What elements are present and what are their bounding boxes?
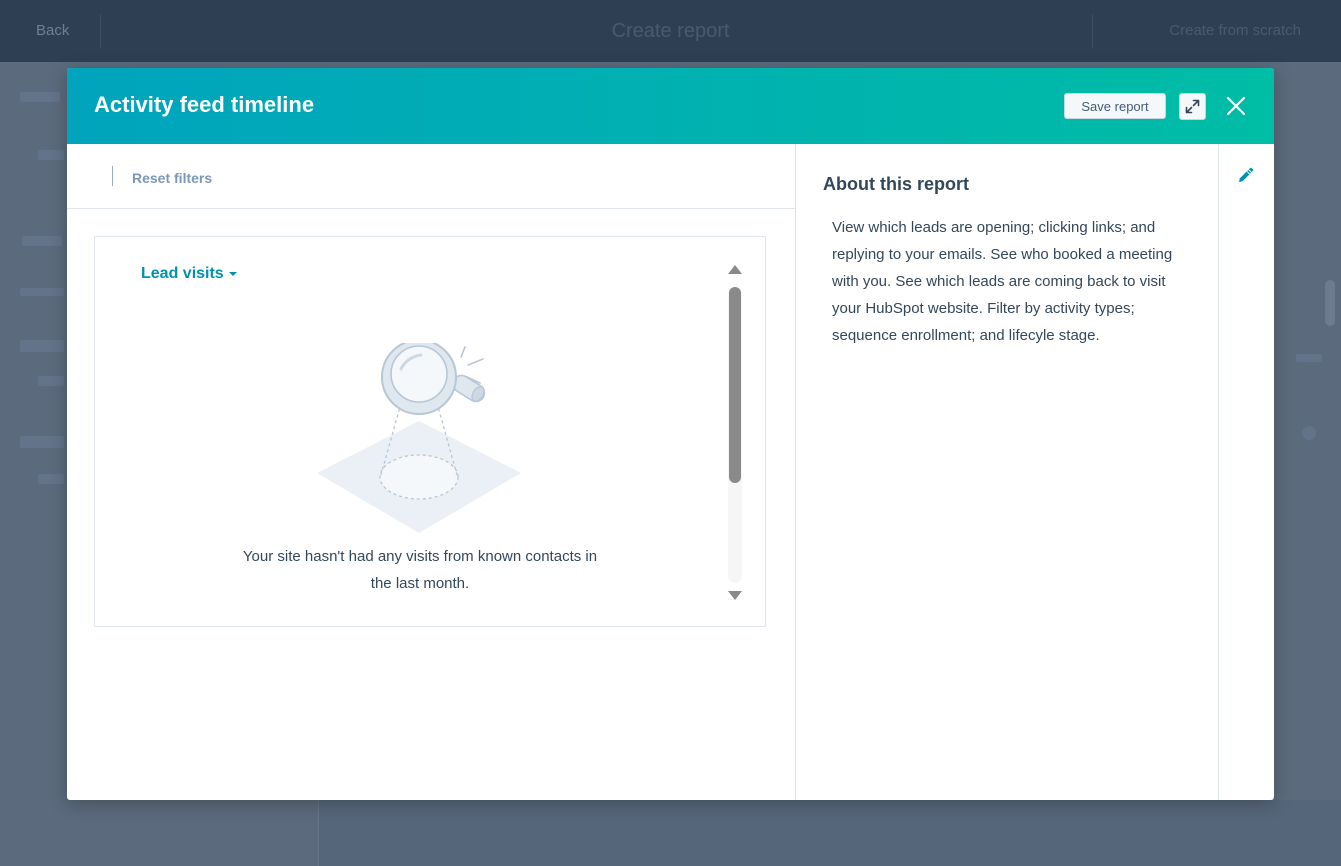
expand-arrows-icon (1185, 99, 1200, 114)
report-preview-pane: Reset filters Lead visits Your site hasn… (67, 144, 796, 800)
close-button[interactable] (1225, 95, 1247, 117)
expand-button[interactable] (1179, 93, 1206, 120)
caret-down-icon (228, 271, 237, 276)
edit-description-button[interactable] (1236, 167, 1254, 185)
scroll-up-arrow-icon[interactable] (728, 265, 742, 274)
save-report-button[interactable]: Save report (1064, 93, 1166, 119)
report-modal: Activity feed timeline Save report Reset… (67, 68, 1274, 800)
report-card: Lead visits Your site hasn't had any vis… (94, 236, 766, 627)
lead-visits-dropdown[interactable]: Lead visits (141, 265, 237, 283)
background-placeholder (38, 474, 64, 484)
background-lower-panel (318, 800, 1341, 866)
background-divider (1092, 14, 1093, 48)
scroll-down-arrow-icon[interactable] (728, 591, 742, 600)
background-placeholder (1302, 426, 1316, 440)
about-report-pane: About this report View which leads are o… (796, 144, 1219, 800)
modal-title: Activity feed timeline (94, 92, 315, 117)
pencil-edit-icon (1239, 167, 1254, 182)
filter-bar: Reset filters (67, 144, 795, 209)
scrollbar-thumb[interactable] (729, 287, 741, 483)
background-title: Create report (611, 20, 730, 42)
background-placeholder (38, 376, 64, 386)
background-placeholder (22, 236, 62, 246)
background-scrollbar (1325, 280, 1335, 326)
about-report-description: View which leads are opening; clicking l… (832, 219, 1173, 344)
background-placeholder (20, 288, 64, 296)
background-placeholder (20, 92, 60, 102)
about-report-title: About this report (823, 174, 969, 194)
reset-filters-button[interactable]: Reset filters (132, 170, 212, 186)
close-x-icon (1226, 96, 1246, 116)
filter-divider (112, 166, 113, 186)
background-placeholder (1296, 354, 1322, 362)
magnifying-glass-illustration (317, 343, 521, 533)
scrollbar[interactable] (727, 265, 743, 603)
background-top-bar: Back Create report Create from scratch (0, 0, 1341, 62)
empty-state-message: Your site hasn't had any visits from kno… (242, 548, 598, 592)
modal-header: Activity feed timeline Save report (67, 68, 1274, 144)
background-placeholder (20, 436, 64, 448)
background-placeholder (20, 340, 64, 352)
lead-visits-label: Lead visits (141, 265, 224, 282)
background-placeholder (38, 150, 64, 160)
background-create-link: Create from scratch (1169, 22, 1301, 39)
